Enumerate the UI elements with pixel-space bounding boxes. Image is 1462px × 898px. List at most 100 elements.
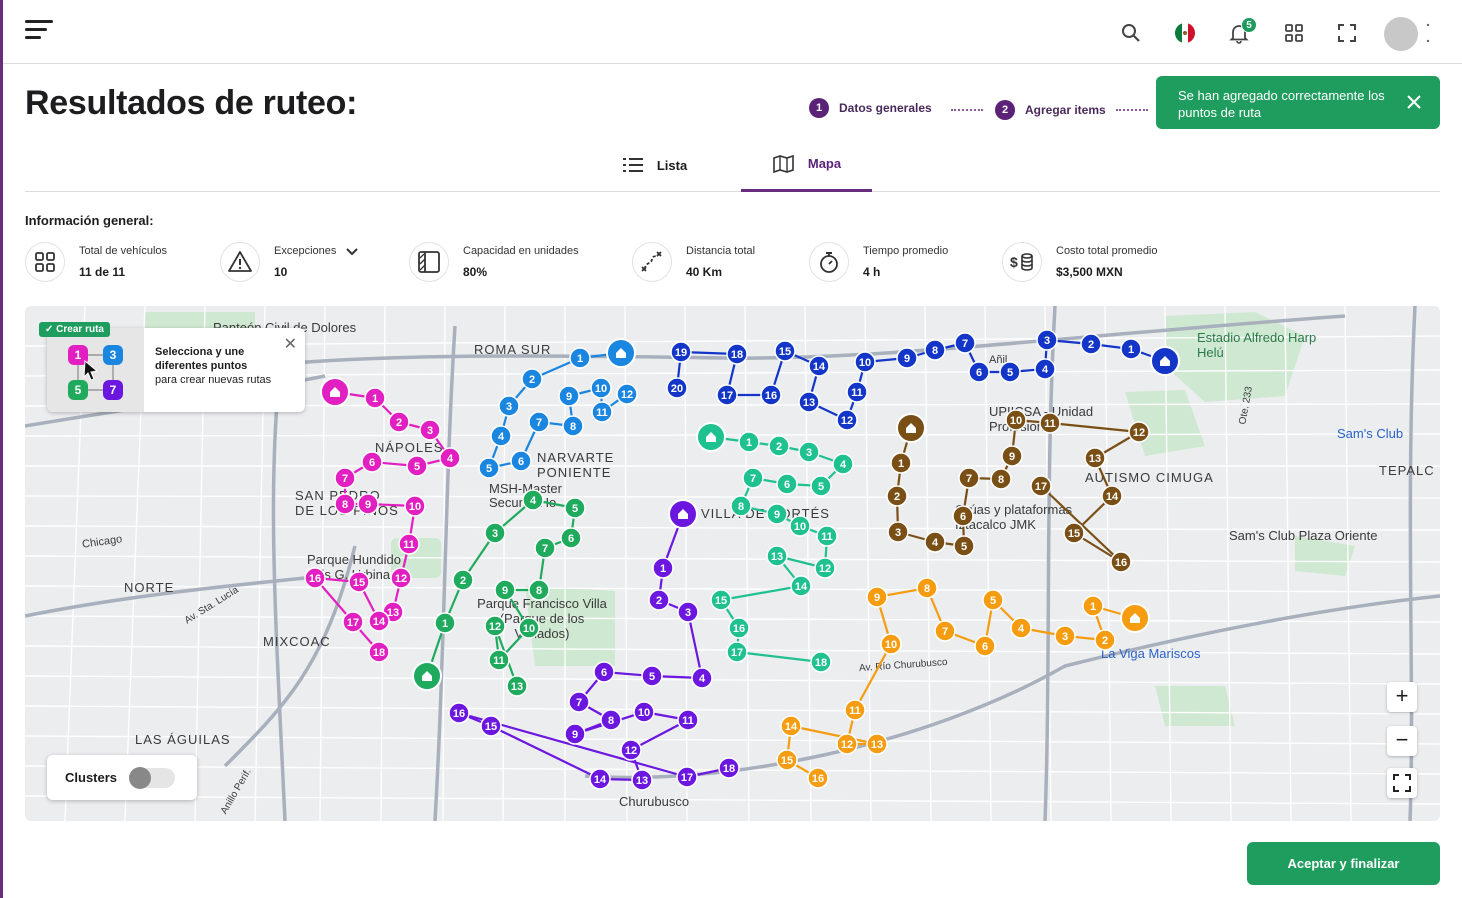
route-stop-marker[interactable]: 18 xyxy=(810,651,832,673)
route-stop-marker[interactable]: 8 xyxy=(990,468,1012,490)
route-stop-marker[interactable]: 2 xyxy=(768,435,790,457)
clusters-toggle[interactable] xyxy=(129,767,175,789)
apps-grid-icon[interactable] xyxy=(1283,22,1305,44)
route-stop-marker[interactable]: 1 xyxy=(890,452,912,474)
route-stop-marker[interactable]: 12 xyxy=(390,567,412,589)
route-stop-marker[interactable]: 6 xyxy=(952,505,974,527)
route-map[interactable]: Panteón Civil de Dolores ROMA SUR NÁPOLE… xyxy=(25,306,1440,821)
route-stop-marker[interactable]: 11 xyxy=(677,709,699,731)
route-stop-marker[interactable]: 9 xyxy=(564,723,586,745)
depot-home-marker[interactable] xyxy=(1120,603,1150,633)
route-stop-marker[interactable]: 16 xyxy=(448,702,470,724)
depot-home-marker[interactable] xyxy=(1150,346,1180,376)
route-stop-marker[interactable]: 10 xyxy=(404,495,426,517)
depot-home-marker[interactable] xyxy=(320,377,350,407)
depot-home-marker[interactable] xyxy=(696,422,726,452)
create-route-badge[interactable]: ✓ Crear ruta xyxy=(39,322,110,337)
route-stop-marker[interactable]: 5 xyxy=(982,589,1004,611)
route-stop-marker[interactable]: 5 xyxy=(564,497,586,519)
route-stop-marker[interactable]: 14 xyxy=(368,610,390,632)
route-stop-marker[interactable]: 13 xyxy=(506,675,528,697)
route-stop-marker[interactable]: 11 xyxy=(816,525,838,547)
route-stop-marker[interactable]: 15 xyxy=(776,749,798,771)
route-stop-marker[interactable]: 15 xyxy=(774,340,796,362)
route-stop-marker[interactable]: 6 xyxy=(776,473,798,495)
route-stop-marker[interactable]: 16 xyxy=(728,617,750,639)
route-stop-marker[interactable]: 7 xyxy=(568,691,590,713)
route-stop-marker[interactable]: 4 xyxy=(832,453,854,475)
route-stop-marker[interactable]: 15 xyxy=(348,571,370,593)
route-stop-marker[interactable]: 14 xyxy=(790,575,812,597)
fullscreen-icon[interactable] xyxy=(1336,22,1358,44)
route-stop-marker[interactable]: 8 xyxy=(600,709,622,731)
route-stop-marker[interactable]: 13 xyxy=(1084,447,1106,469)
route-stop-marker[interactable]: 9 xyxy=(494,579,516,601)
route-stop-marker[interactable]: 1 xyxy=(569,347,591,369)
route-stop-marker[interactable]: 14 xyxy=(589,768,611,790)
route-stop-marker[interactable]: 10 xyxy=(590,377,612,399)
route-stop-marker[interactable]: 1 xyxy=(434,612,456,634)
avatar[interactable] xyxy=(1384,17,1418,51)
route-stop-marker[interactable]: 4 xyxy=(691,667,713,689)
route-stop-marker[interactable]: 7 xyxy=(954,332,976,354)
route-stop-marker[interactable]: 4 xyxy=(1010,617,1032,639)
close-icon[interactable]: ✕ xyxy=(284,334,297,354)
route-stop-marker[interactable]: 11 xyxy=(1039,412,1061,434)
route-stop-marker[interactable]: 6 xyxy=(510,450,532,472)
route-stop-marker[interactable]: 1 xyxy=(1120,338,1142,360)
route-stop-marker[interactable]: 4 xyxy=(522,489,544,511)
route-stop-marker[interactable]: 12 xyxy=(616,383,638,405)
route-stop-marker[interactable]: 5 xyxy=(999,361,1021,383)
route-stop-marker[interactable]: 2 xyxy=(648,589,670,611)
route-stop-marker[interactable]: 4 xyxy=(924,531,946,553)
route-stop-marker[interactable]: 13 xyxy=(798,391,820,413)
route-stop-marker[interactable]: 11 xyxy=(398,533,420,555)
route-stop-marker[interactable]: 16 xyxy=(304,567,326,589)
route-stop-marker[interactable]: 10 xyxy=(518,617,540,639)
route-stop-marker[interactable]: 6 xyxy=(968,361,990,383)
route-stop-marker[interactable]: 8 xyxy=(916,577,938,599)
zoom-in-button[interactable]: + xyxy=(1387,682,1417,712)
route-stop-marker[interactable]: 5 xyxy=(953,535,975,557)
route-stop-marker[interactable]: 2 xyxy=(1080,333,1102,355)
route-stop-marker[interactable]: 15 xyxy=(1063,522,1085,544)
route-stop-marker[interactable]: 4 xyxy=(439,447,461,469)
route-stop-marker[interactable]: 3 xyxy=(677,601,699,623)
route-stop-marker[interactable]: 1 xyxy=(652,557,674,579)
route-stop-marker[interactable]: 9 xyxy=(866,586,888,608)
route-stop-marker[interactable]: 12 xyxy=(836,733,858,755)
chevron-down-icon[interactable] xyxy=(346,248,359,256)
depot-home-marker[interactable] xyxy=(606,338,636,368)
route-stop-marker[interactable]: 11 xyxy=(844,699,866,721)
route-stop-marker[interactable]: 11 xyxy=(846,381,868,403)
route-stop-marker[interactable]: 18 xyxy=(726,343,748,365)
tab-mapa[interactable]: Mapa xyxy=(741,138,872,192)
route-stop-marker[interactable]: 8 xyxy=(562,415,584,437)
route-stop-marker[interactable]: 5 xyxy=(406,455,428,477)
route-stop-marker[interactable]: 1 xyxy=(1082,595,1104,617)
route-stop-marker[interactable]: 7 xyxy=(958,467,980,489)
route-stop-marker[interactable]: 12 xyxy=(620,739,642,761)
route-stop-marker[interactable]: 2 xyxy=(1094,629,1116,651)
route-stop-marker[interactable]: 14 xyxy=(1101,485,1123,507)
route-stop-marker[interactable]: 12 xyxy=(814,557,836,579)
route-stop-marker[interactable]: 5 xyxy=(810,475,832,497)
route-stop-marker[interactable]: 17 xyxy=(1030,475,1052,497)
route-stop-marker[interactable]: 12 xyxy=(484,615,506,637)
route-stop-marker[interactable]: 8 xyxy=(528,579,550,601)
menu-icon[interactable] xyxy=(25,20,53,42)
route-stop-marker[interactable]: 16 xyxy=(760,384,782,406)
tab-lista[interactable]: Lista xyxy=(605,138,705,192)
accept-finish-button[interactable]: Aceptar y finalizar xyxy=(1247,842,1440,885)
route-stop-marker[interactable]: 2 xyxy=(452,569,474,591)
kpi-excepciones[interactable]: Excepciones 10 xyxy=(220,242,359,282)
depot-home-marker[interactable] xyxy=(412,661,442,691)
route-stop-marker[interactable]: 11 xyxy=(591,401,613,423)
route-stop-marker[interactable]: 9 xyxy=(896,347,918,369)
mexico-flag-icon[interactable] xyxy=(1174,22,1196,44)
route-stop-marker[interactable]: 17 xyxy=(726,641,748,663)
route-stop-marker[interactable]: 9 xyxy=(766,503,788,525)
more-vertical-icon[interactable] xyxy=(1425,22,1431,44)
route-stop-marker[interactable]: 7 xyxy=(334,467,356,489)
route-stop-marker[interactable]: 10 xyxy=(1005,409,1027,431)
